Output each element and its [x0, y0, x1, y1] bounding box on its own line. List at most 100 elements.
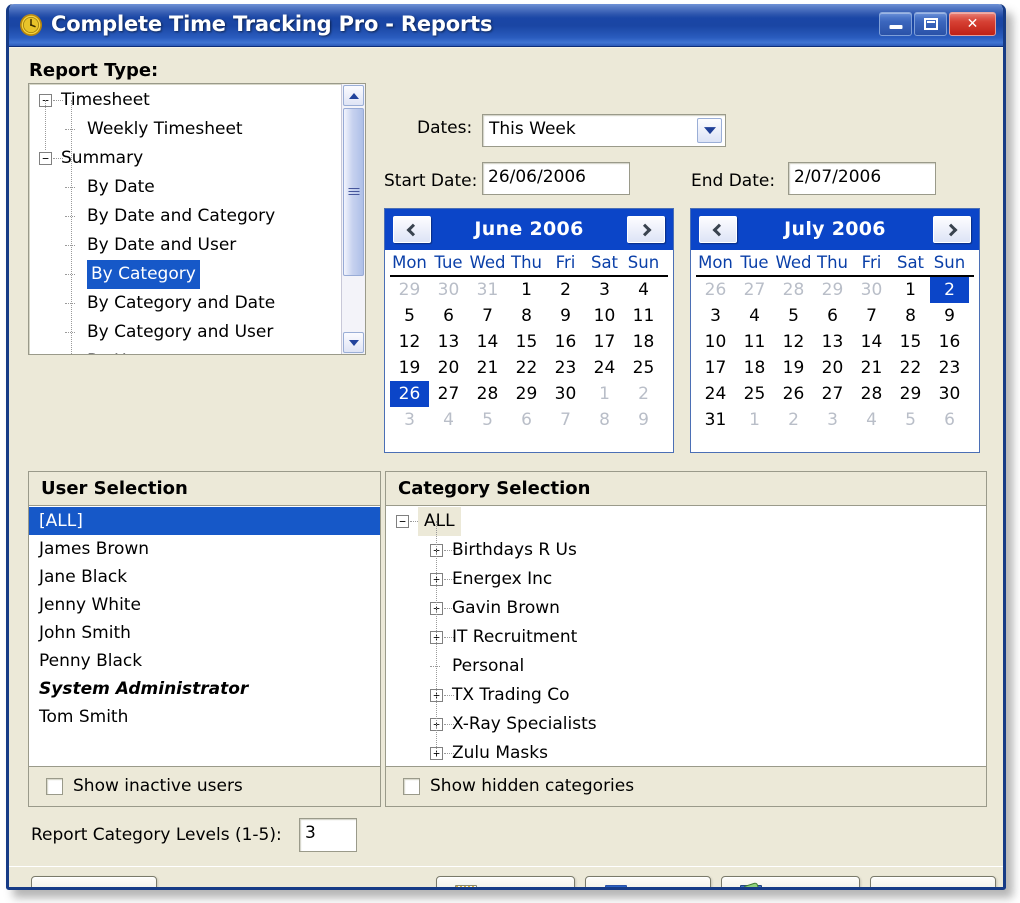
show-inactive-users-checkbox[interactable] — [46, 778, 63, 795]
calendar-day[interactable]: 30 — [930, 381, 969, 407]
start-date-input[interactable]: 26/06/2006 — [482, 162, 630, 195]
calendar-day[interactable]: 29 — [891, 381, 930, 407]
report-type-tree[interactable]: − Timesheet Weekly Timesheet − Summary By Dat… — [28, 83, 366, 355]
calendar-day[interactable]: 27 — [735, 277, 774, 303]
calendar-day[interactable]: 9 — [930, 303, 969, 329]
calendar-day[interactable]: 9 — [624, 407, 663, 433]
calendar-day[interactable]: 10 — [585, 303, 624, 329]
calendar-day[interactable]: 12 — [390, 329, 429, 355]
calendar-day[interactable]: 4 — [852, 407, 891, 433]
report-type-node[interactable]: By Category and User — [29, 318, 341, 347]
calendar-day[interactable]: 19 — [390, 355, 429, 381]
calendar-day[interactable]: 22 — [891, 355, 930, 381]
calendar-day[interactable]: 16 — [930, 329, 969, 355]
user-list-item[interactable]: [ALL] — [29, 507, 380, 535]
calendar-day[interactable]: 8 — [585, 407, 624, 433]
report-type-scrollbar[interactable] — [341, 84, 365, 354]
user-list-item[interactable]: James Brown — [29, 535, 380, 563]
dates-select[interactable]: This Week — [482, 114, 726, 147]
user-list-item[interactable]: Tom Smith — [29, 703, 380, 731]
calendar-day[interactable]: 23 — [930, 355, 969, 381]
calendar-day[interactable]: 2 — [624, 381, 663, 407]
report-type-node[interactable]: − Timesheet — [29, 86, 341, 115]
calendar-day[interactable]: 2 — [546, 277, 585, 303]
report-type-node[interactable]: By Category and Date — [29, 289, 341, 318]
category-tree-node[interactable]: + Gavin Brown — [386, 594, 986, 623]
calendar-day[interactable]: 3 — [696, 303, 735, 329]
calendar-day[interactable]: 29 — [390, 277, 429, 303]
calendar-day[interactable]: 7 — [852, 303, 891, 329]
calendar-day[interactable]: 21 — [852, 355, 891, 381]
calendar-day[interactable]: 3 — [585, 277, 624, 303]
calendar-day[interactable]: 7 — [546, 407, 585, 433]
close-button[interactable]: Close — [870, 876, 996, 887]
calendar-day[interactable]: 30 — [429, 277, 468, 303]
calendar-day[interactable]: 25 — [735, 381, 774, 407]
export-button[interactable]: Export... — [721, 876, 860, 887]
report-type-node[interactable]: By Category — [29, 260, 341, 289]
calendar-day[interactable]: 13 — [813, 329, 852, 355]
calendar-day[interactable]: 1 — [735, 407, 774, 433]
report-type-node[interactable]: − Summary — [29, 144, 341, 173]
calendar-day[interactable]: 6 — [507, 407, 546, 433]
minimize-button[interactable] — [879, 12, 912, 36]
scroll-down-button[interactable] — [343, 332, 364, 353]
calendar-day[interactable]: 2 — [930, 277, 969, 303]
maximize-button[interactable] — [914, 12, 947, 36]
calendar-day[interactable]: 3 — [813, 407, 852, 433]
calendar-day[interactable]: 23 — [546, 355, 585, 381]
scrollbar-thumb[interactable] — [343, 108, 364, 276]
calendar-day[interactable]: 12 — [774, 329, 813, 355]
calendar-day[interactable]: 25 — [624, 355, 663, 381]
end-date-input[interactable]: 2/07/2006 — [788, 162, 936, 195]
calendar-day[interactable]: 15 — [891, 329, 930, 355]
calendar-next-button[interactable] — [933, 216, 971, 243]
calendar-day[interactable]: 9 — [546, 303, 585, 329]
user-list-item[interactable]: Penny Black — [29, 647, 380, 675]
calendar-day[interactable]: 24 — [585, 355, 624, 381]
calendar-day[interactable]: 5 — [468, 407, 507, 433]
calendar-day[interactable]: 6 — [429, 303, 468, 329]
calendar-day[interactable]: 14 — [468, 329, 507, 355]
calendar-day[interactable]: 4 — [735, 303, 774, 329]
report-type-node[interactable]: By User — [29, 347, 341, 354]
calendar-day[interactable]: 7 — [468, 303, 507, 329]
calendar-day[interactable]: 4 — [624, 277, 663, 303]
calendar-day[interactable]: 31 — [696, 407, 735, 433]
calendar-day[interactable]: 16 — [546, 329, 585, 355]
report-type-node[interactable]: By Date and Category — [29, 202, 341, 231]
calendar-day[interactable]: 20 — [813, 355, 852, 381]
calendar-day[interactable]: 1 — [507, 277, 546, 303]
report-type-node[interactable]: By Date — [29, 173, 341, 202]
calendar-day[interactable]: 17 — [585, 329, 624, 355]
user-list-item[interactable]: Jenny White — [29, 591, 380, 619]
user-list[interactable]: [ALL] James Brown Jane Black Jenny White Joh… — [29, 507, 380, 765]
collapse-toggle-icon[interactable]: − — [396, 515, 409, 528]
calendar-day[interactable]: 8 — [891, 303, 930, 329]
calendar-day[interactable]: 29 — [813, 277, 852, 303]
report-type-node[interactable]: Weekly Timesheet — [29, 115, 341, 144]
category-tree-node[interactable]: + TX Trading Co — [386, 681, 986, 710]
calendar-day[interactable]: 5 — [891, 407, 930, 433]
calendar-day[interactable]: 26 — [774, 381, 813, 407]
calendar-july[interactable]: July 2006 Mon Tue Wed Thu Fri Sat Sun 26 27 28 29 30… — [690, 208, 980, 453]
calendar-day[interactable]: 28 — [774, 277, 813, 303]
category-tree-node[interactable]: + Birthdays R Us — [386, 536, 986, 565]
user-list-item[interactable]: John Smith — [29, 619, 380, 647]
show-hidden-categories-checkbox[interactable] — [403, 778, 420, 795]
report-button[interactable]: Report... — [436, 876, 575, 887]
data-button[interactable]: Data... — [585, 876, 711, 887]
user-list-item[interactable]: System Administrator — [29, 675, 380, 703]
chevron-down-icon[interactable] — [697, 118, 722, 143]
calendar-day[interactable]: 31 — [468, 277, 507, 303]
title-bar[interactable]: Complete Time Tracking Pro - Reports ✕ — [9, 4, 1003, 47]
user-list-item[interactable]: Jane Black — [29, 563, 380, 591]
calendar-day[interactable]: 6 — [930, 407, 969, 433]
calendar-day[interactable]: 20 — [429, 355, 468, 381]
calendar-day[interactable]: 10 — [696, 329, 735, 355]
category-tree-node[interactable]: − ALL — [386, 507, 986, 536]
calendar-day[interactable]: 2 — [774, 407, 813, 433]
calendar-day[interactable]: 27 — [429, 381, 468, 407]
category-tree-node[interactable]: + X-Ray Specialists — [386, 710, 986, 739]
calendar-next-button[interactable] — [627, 216, 665, 243]
